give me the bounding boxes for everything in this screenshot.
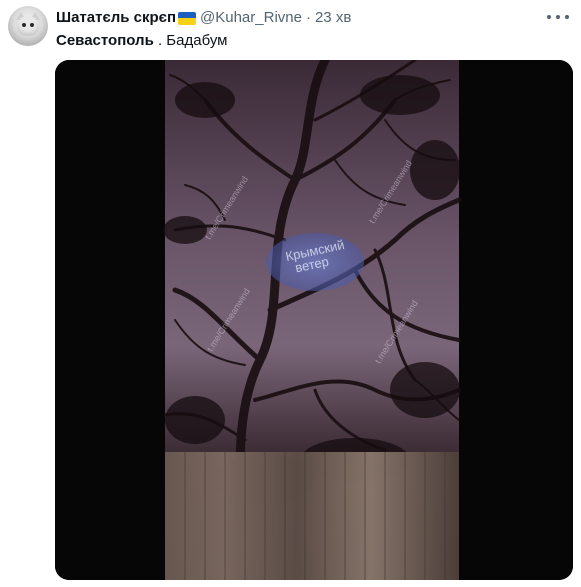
avatar-eye-left (22, 23, 26, 27)
hashtag-link[interactable]: Севастополь (56, 32, 154, 49)
more-dot (565, 15, 569, 19)
more-options-icon[interactable] (547, 10, 569, 24)
flag-bottom-stripe (178, 18, 197, 25)
video-player[interactable]: t.me/Crimeanwind t.me/Crimeanwind t.me/C… (55, 60, 573, 580)
separator-dot: · (305, 9, 311, 26)
tweet-header: Шататєль скрєп @Kuhar_Rivne · 23 хв (56, 8, 351, 28)
avatar-face (17, 16, 39, 36)
more-dot (556, 15, 560, 19)
tweet-timestamp[interactable]: 23 хв (315, 8, 351, 28)
author-handle[interactable]: @Kuhar_Rivne (200, 8, 302, 28)
ukraine-flag-icon (178, 11, 197, 25)
author-name[interactable]: Шататєль скрєп (56, 8, 176, 28)
more-dot (547, 15, 551, 19)
tweet-text: Севастополь . Бадабум (56, 31, 228, 51)
avatar-eye-right (30, 23, 34, 27)
avatar[interactable] (8, 6, 48, 46)
video-frame (55, 60, 573, 580)
fence (165, 452, 459, 580)
tweet-text-rest: . Бадабум (153, 32, 228, 49)
